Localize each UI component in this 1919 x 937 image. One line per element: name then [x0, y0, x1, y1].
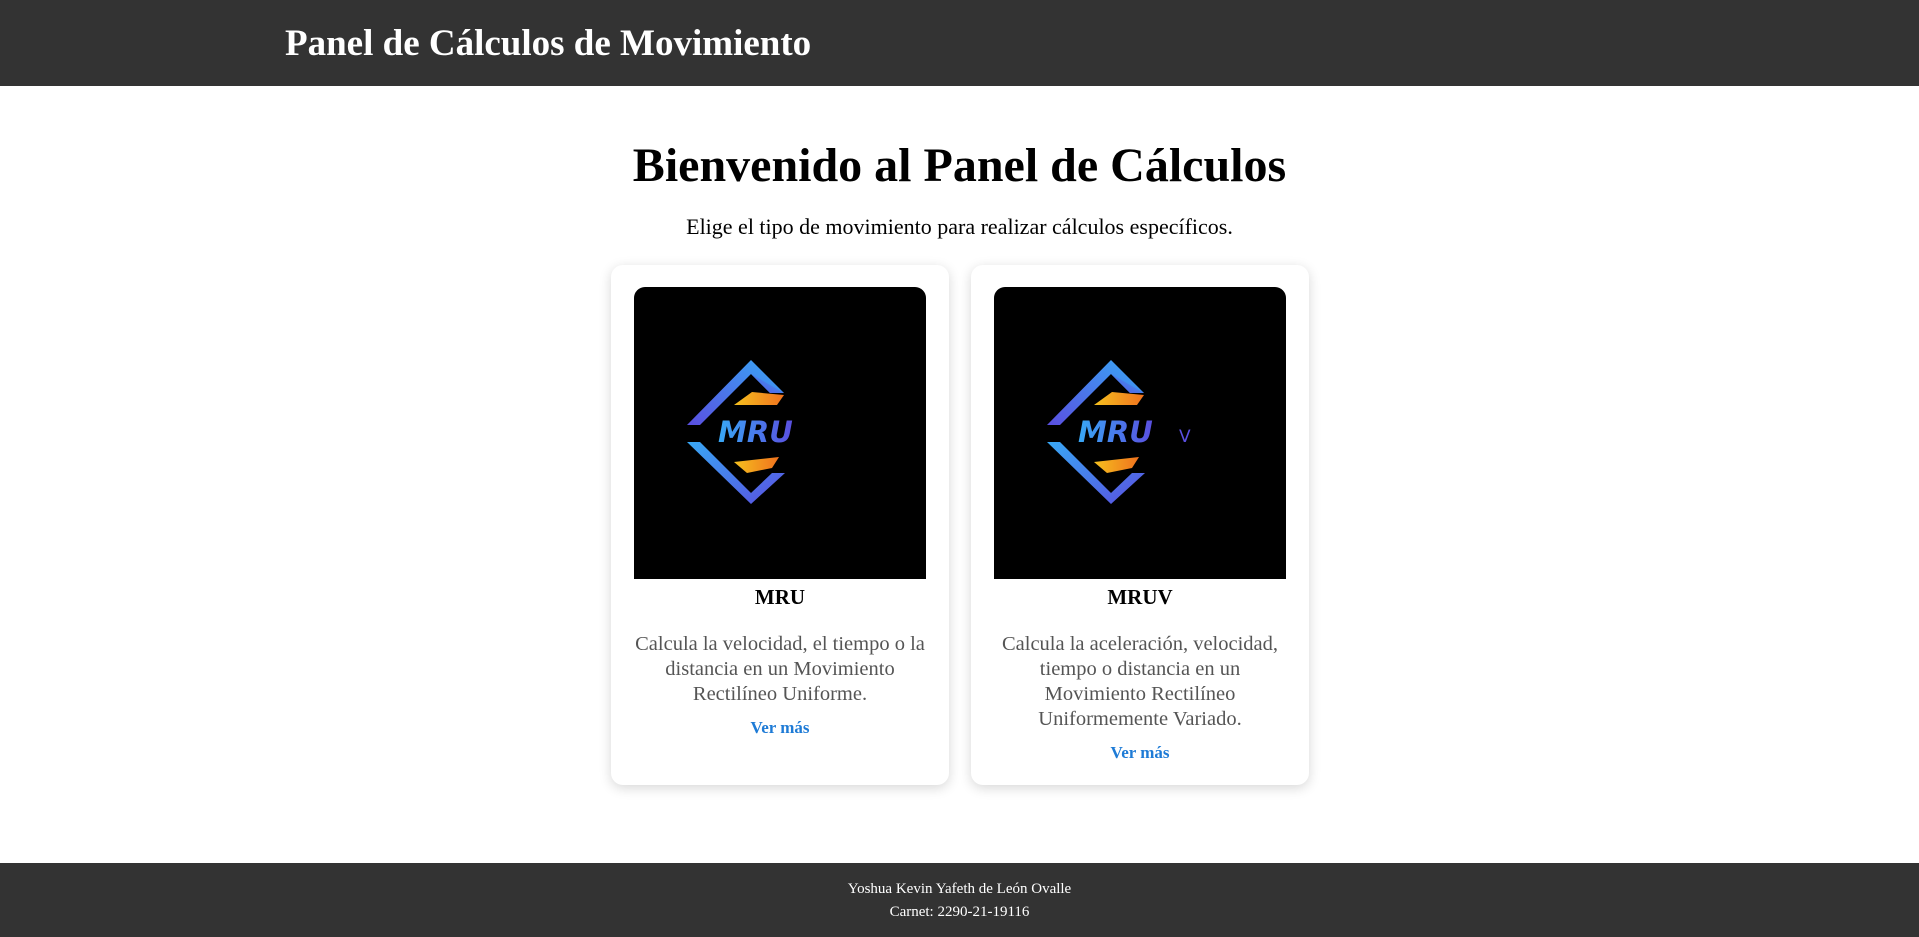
mruv-card-description: Calcula la aceleración, velocidad, tiemp… — [1001, 633, 1279, 730]
top-header: Panel de Cálculos de Movimiento — [0, 0, 1919, 86]
page-heading: Bienvenido al Panel de Cálculos — [632, 139, 1287, 192]
mru-logo-image: MRU — [634, 287, 926, 579]
mru-card: MRU MRU Calcula la velocidad, el tiempo … — [611, 265, 949, 785]
page-subtitle: Elige el tipo de movimiento para realiza… — [686, 214, 1233, 239]
mruv-card: MRU V MRUV Calcula la aceleración, veloc… — [971, 265, 1309, 785]
mruv-see-more-link[interactable]: Ver más — [971, 743, 1309, 763]
mru-card-description: Calcula la velocidad, el tiempo o la dis… — [635, 633, 925, 705]
footer-carnet: Carnet: 2290-21-19116 — [889, 904, 1030, 920]
mru-logo-text: MRU — [718, 415, 793, 449]
mruv-card-title: MRUV — [1107, 585, 1173, 609]
page-footer: Yoshua Kevin Yafeth de León Ovalle Carne… — [0, 863, 1919, 937]
mruv-logo-text: MRU — [1078, 415, 1153, 449]
footer-author-name: Yoshua Kevin Yafeth de León Ovalle — [847, 881, 1072, 897]
mruv-logo-suffix: V — [1179, 427, 1191, 447]
app-title: Panel de Cálculos de Movimiento — [285, 23, 812, 64]
mruv-logo-image: MRU V — [994, 287, 1286, 579]
mru-card-title: MRU — [754, 585, 806, 609]
mru-see-more-link[interactable]: Ver más — [611, 718, 949, 738]
